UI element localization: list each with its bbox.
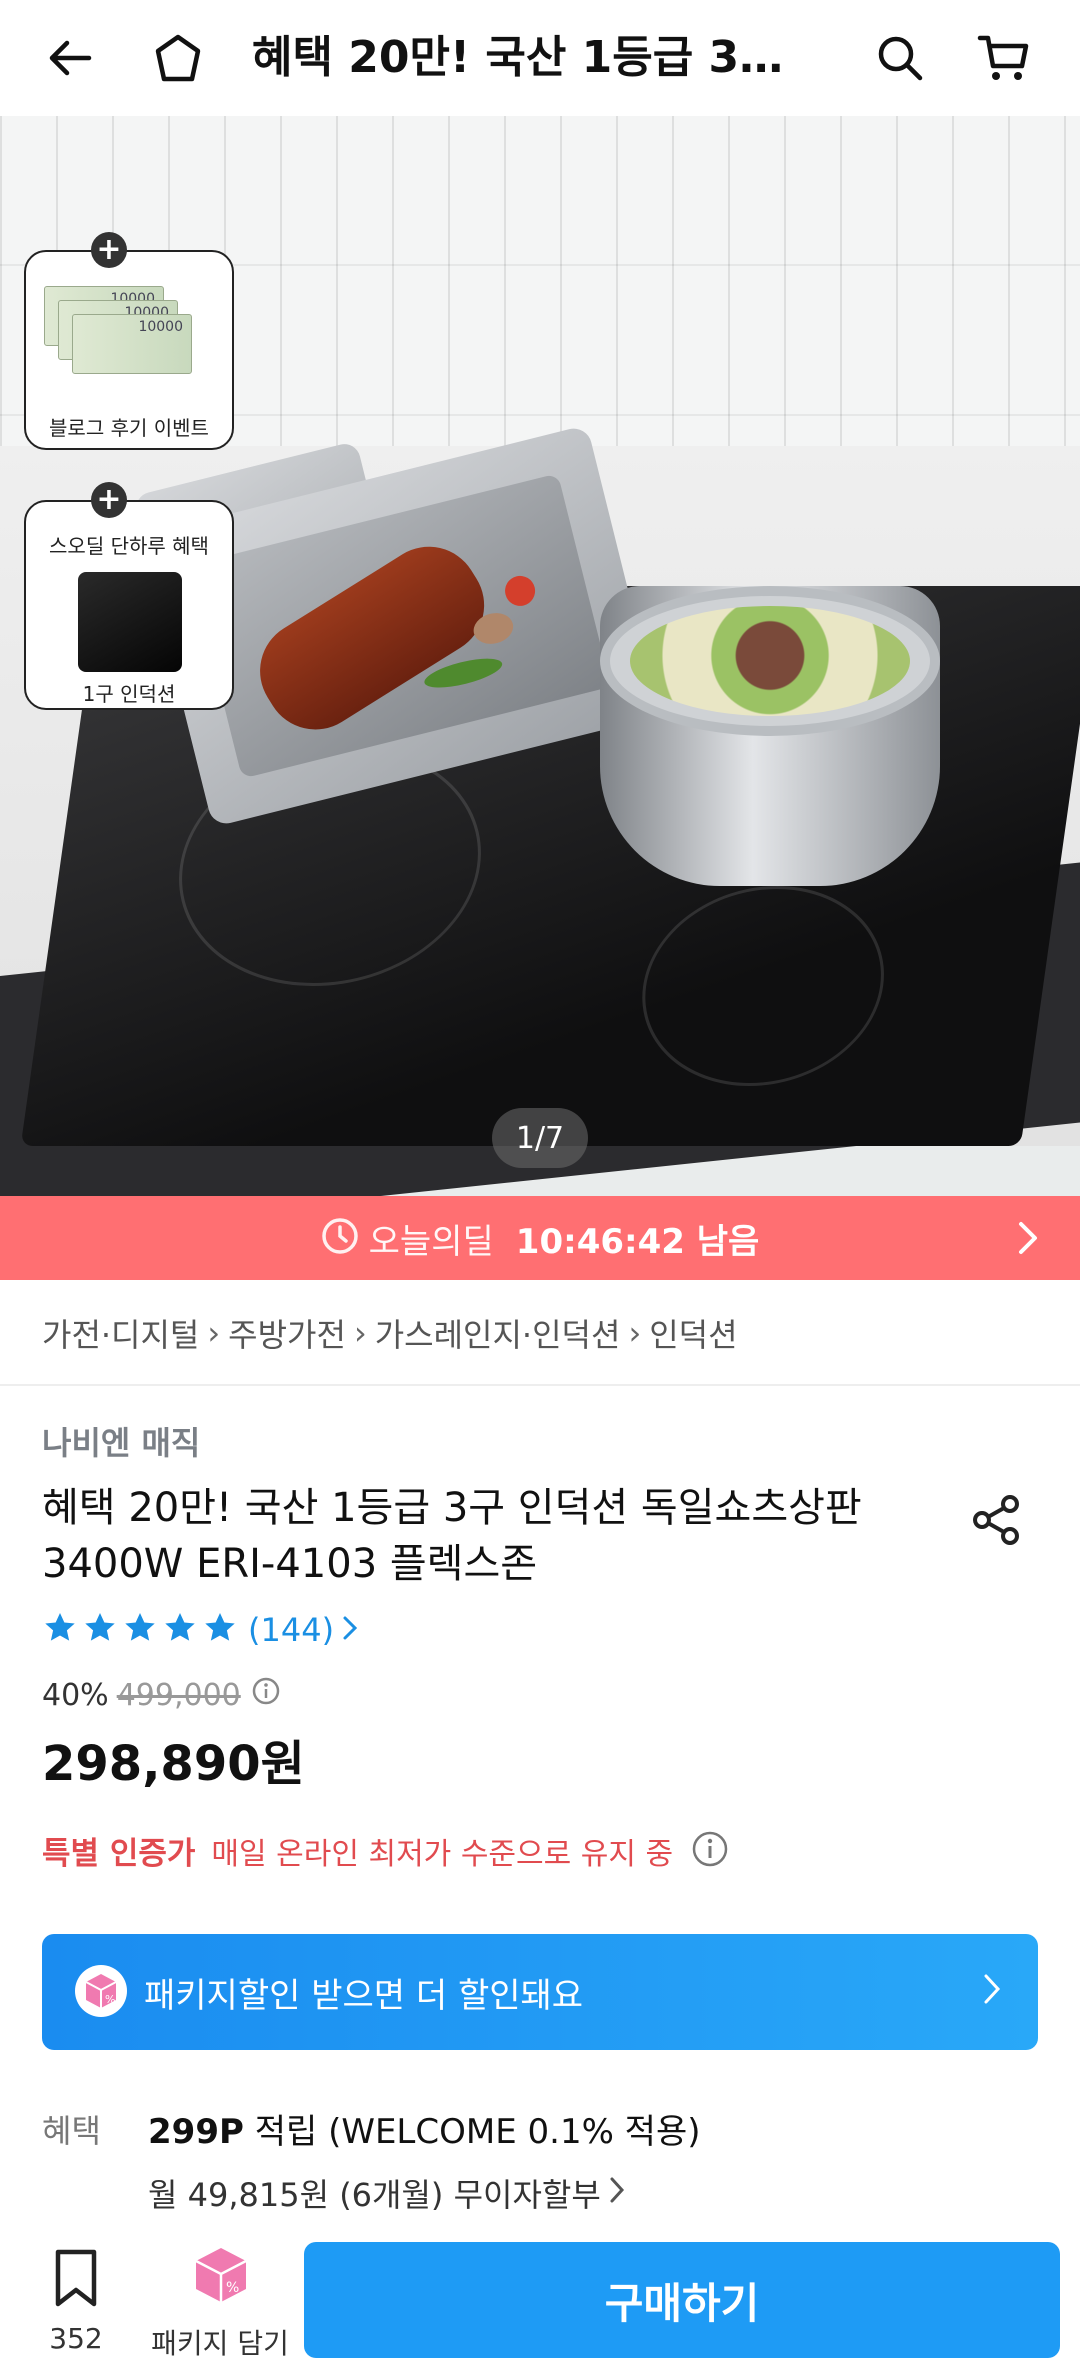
installment-benefit[interactable]: 월 49,815원 (6개월) 무이자할부 xyxy=(148,2170,625,2216)
breadcrumb-item[interactable]: 인덕션 xyxy=(649,1310,737,1356)
breadcrumb-item[interactable]: 가전·디지털 xyxy=(42,1310,199,1356)
star-icon xyxy=(162,1610,202,1650)
deal-countdown: 10:46:42 남음 xyxy=(515,1221,760,1262)
promo-card-label: 블로그 후기 이벤트 xyxy=(49,416,209,440)
clock-icon xyxy=(321,1217,359,1259)
chevron-right-icon: › xyxy=(353,1314,367,1352)
bill-image: 10000 xyxy=(72,314,192,374)
back-arrow-icon[interactable] xyxy=(40,28,100,88)
package-box-icon[interactable]: % xyxy=(190,2244,252,2306)
search-icon[interactable] xyxy=(870,28,930,88)
breadcrumb-item[interactable]: 주방가전 xyxy=(228,1310,346,1356)
product-title: 혜택 20만! 국산 1등급 3구 인덕션 독일쇼츠상판 3400W ERI-4… xyxy=(42,1485,862,1587)
plus-icon: + xyxy=(91,232,127,268)
share-icon[interactable] xyxy=(966,1490,1026,1550)
divider xyxy=(0,1384,1080,1386)
buy-button[interactable]: 구매하기 xyxy=(304,2242,1060,2358)
bookmark-icon[interactable] xyxy=(48,2248,104,2308)
cart-icon[interactable] xyxy=(974,28,1034,88)
home-icon[interactable] xyxy=(148,28,208,88)
chevron-right-icon: › xyxy=(207,1314,221,1352)
bottom-action-bar: 352 % 패키지 담기 구매하기 xyxy=(0,2230,1080,2373)
bookmark-count: 352 xyxy=(49,2322,103,2355)
points-benefit: 299P 적립 (WELCOME 0.1% 적용) xyxy=(148,2104,701,2153)
special-price-label: 특별 인증가 xyxy=(42,1836,196,1872)
star-icon xyxy=(202,1610,242,1650)
svg-text:%: % xyxy=(226,2280,239,2296)
product-image-carousel[interactable]: 10000 10000 10000 블로그 후기 이벤트 + 스오딜 단하루 혜… xyxy=(0,116,1080,1196)
rating-row[interactable]: (144) xyxy=(42,1610,358,1650)
chevron-right-icon xyxy=(1016,1220,1040,1260)
points-detail: 적립 (WELCOME 0.1% 적용) xyxy=(243,2112,701,2152)
benefit-label: 혜택 xyxy=(42,2112,101,2150)
package-banner-text: 패키지할인 받으면 더 할인돼요 xyxy=(144,1976,584,2016)
deal-label: 오늘의딜 xyxy=(368,1221,494,1262)
plus-icon: + xyxy=(91,482,127,518)
special-price-row: 특별 인증가 매일 온라인 최저가 수준으로 유지 중 xyxy=(42,1828,729,1873)
promo-card-label: 스오딜 단하루 혜택 xyxy=(49,534,209,558)
chevron-right-icon xyxy=(982,1972,1002,2010)
discount-row: 40% 499,000 xyxy=(42,1676,281,1714)
promo-card-label: 1구 인덕션 xyxy=(82,682,176,706)
top-app-bar: 혜택 20만! 국산 1등급 3구 인덕션 독일쇼츠상판 3400W ERI-4… xyxy=(0,0,1080,116)
package-add-label[interactable]: 패키지 담기 xyxy=(150,2322,290,2362)
star-icon xyxy=(122,1610,162,1650)
star-icon xyxy=(42,1610,82,1650)
installment-text: 월 49,815원 (6개월) 무이자할부 xyxy=(148,2176,601,2214)
package-box-icon: % xyxy=(74,1964,128,2018)
chevron-right-icon xyxy=(342,1615,358,1645)
brand-name[interactable]: 나비엔 매직 xyxy=(42,1418,200,1464)
single-induction-image xyxy=(78,572,182,672)
chevron-right-icon: › xyxy=(628,1314,642,1352)
info-icon[interactable] xyxy=(691,1830,729,1872)
info-icon[interactable] xyxy=(251,1676,281,1714)
chevron-right-icon xyxy=(609,2174,625,2212)
points-amount: 299P xyxy=(148,2112,244,2152)
special-price-desc: 매일 온라인 최저가 수준으로 유지 중 xyxy=(211,1836,674,1872)
blog-review-event-card[interactable]: 10000 10000 10000 블로그 후기 이벤트 xyxy=(24,250,234,450)
svg-text:%: % xyxy=(105,1993,115,2006)
todays-deal-bar[interactable]: 오늘의딜 10:46:42 남음 xyxy=(0,1196,1080,1280)
breadcrumb-item[interactable]: 가스레인지·인덕션 xyxy=(375,1310,621,1356)
page-title: 혜택 20만! 국산 1등급 3구 인덕션 독일쇼츠상판 3400W ERI-4… xyxy=(252,32,812,83)
image-page-indicator: 1/7 xyxy=(492,1108,588,1168)
original-price: 499,000 xyxy=(116,1677,241,1713)
discount-percent: 40% xyxy=(42,1677,109,1713)
review-count[interactable]: (144) xyxy=(248,1611,334,1649)
breadcrumb: 가전·디지털 › 주방가전 › 가스레인지·인덕션 › 인덕션 xyxy=(42,1310,738,1356)
one-day-deal-card[interactable]: 스오딜 단하루 혜택 1구 인덕션 xyxy=(24,500,234,710)
star-icon xyxy=(82,1610,122,1650)
sale-price: 298,890원 xyxy=(42,1736,305,1792)
package-discount-banner[interactable]: % 패키지할인 받으면 더 할인돼요 xyxy=(42,1934,1038,2050)
bill-value: 10000 xyxy=(138,319,183,335)
